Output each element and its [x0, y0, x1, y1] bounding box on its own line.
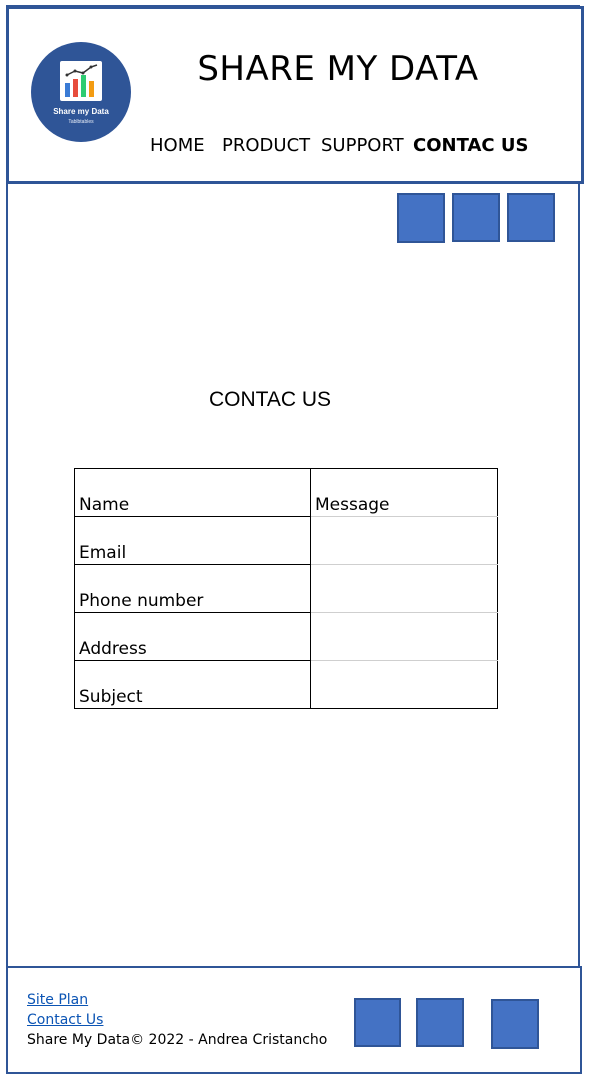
- message-field-cell[interactable]: [310, 612, 498, 661]
- subject-field[interactable]: Subject: [74, 660, 311, 709]
- logo-name: Share my Data: [53, 107, 109, 116]
- contact-form: Name Message Email Phone number Address …: [74, 468, 498, 709]
- nav-item-product[interactable]: PRODUCT: [222, 135, 310, 156]
- footer-social-icon-2[interactable]: [416, 998, 464, 1047]
- logo-tagline: Tablbtables: [68, 119, 94, 125]
- footer-links: Site Plan Contact Us Share My Data© 2022…: [27, 990, 327, 1050]
- footer-social-icon-3[interactable]: [491, 999, 539, 1049]
- nav-item-support[interactable]: SUPPORT: [321, 135, 404, 156]
- footer-link-site-plan[interactable]: Site Plan: [27, 990, 327, 1010]
- message-label: Message: [310, 468, 498, 517]
- message-field-cell[interactable]: [310, 660, 498, 709]
- nav-item-home[interactable]: HOME: [150, 135, 205, 156]
- phone-field[interactable]: Phone number: [74, 564, 311, 613]
- footer-social-icon-1[interactable]: [354, 998, 401, 1047]
- message-field[interactable]: [310, 516, 498, 565]
- address-field[interactable]: Address: [74, 612, 311, 661]
- social-icon-1[interactable]: [397, 193, 445, 243]
- bar-chart-icon: [60, 61, 102, 101]
- name-field[interactable]: Name: [74, 468, 311, 517]
- site-logo[interactable]: Share my Data Tablbtables: [31, 42, 131, 142]
- email-field[interactable]: Email: [74, 516, 311, 565]
- social-icon-3[interactable]: [507, 193, 555, 242]
- message-field-cell[interactable]: [310, 564, 498, 613]
- site-title: SHARE MY DATA: [197, 49, 479, 89]
- site-header: Share my Data Tablbtables SHARE MY DATA …: [6, 6, 584, 184]
- main-nav: HOME PRODUCT SUPPORT CONTAC US: [9, 135, 581, 159]
- copyright-text: Share My Data© 2022 - Andrea Cristancho: [27, 1032, 328, 1048]
- nav-item-contact-us[interactable]: CONTAC US: [413, 135, 528, 156]
- page-heading: CONTAC US: [208, 388, 332, 411]
- footer-link-contact-us[interactable]: Contact Us: [27, 1010, 327, 1030]
- social-icon-2[interactable]: [452, 193, 500, 242]
